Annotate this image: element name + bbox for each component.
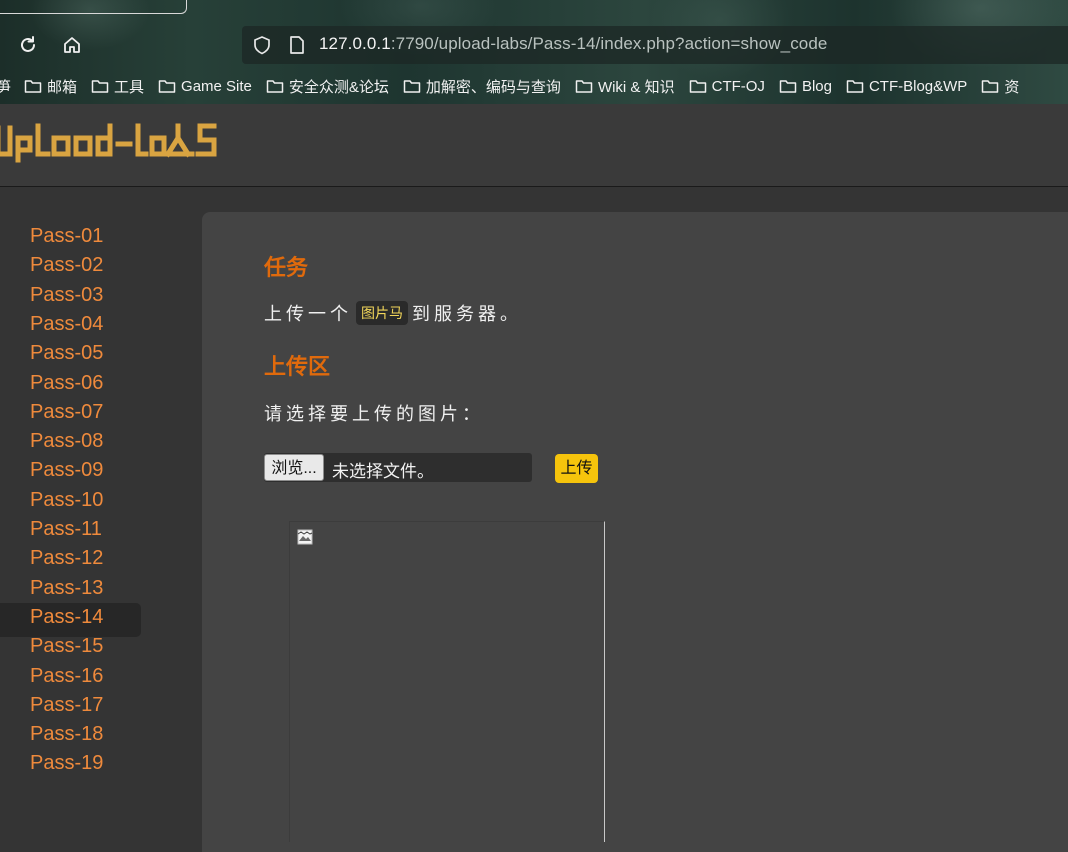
home-icon[interactable]	[59, 32, 85, 58]
broken-image-icon	[297, 529, 313, 545]
folder-icon	[846, 80, 864, 93]
folder-icon	[158, 80, 176, 93]
select-file-label: 请选择要上传的图片：	[264, 404, 484, 424]
page-icon[interactable]	[286, 34, 308, 56]
bookmark-label: CTF-OJ	[711, 77, 765, 95]
browser-tab[interactable]	[0, 0, 187, 14]
bookmark-folder[interactable]: CTF-OJ	[689, 78, 765, 95]
bookmark-label: Wiki & 知识	[597, 78, 675, 96]
folder-icon	[24, 80, 42, 93]
bookmark-label: CTF-Blog&WP	[868, 77, 968, 95]
bookmark-folder[interactable]: 加解密、编码与查询	[403, 76, 561, 97]
folder-icon	[91, 80, 109, 93]
bookmark-folder[interactable]: 安全众测&论坛	[266, 76, 389, 97]
url-text[interactable]: 127.0.0.1:7790/upload-labs/Pass-14/index…	[319, 34, 827, 54]
bookmark-folder[interactable]: Wiki & 知识	[575, 76, 675, 97]
bookmark-folder[interactable]: CTF-Blog&WP	[846, 78, 967, 95]
folder-icon	[779, 80, 797, 93]
bookmark-label: 加解密、编码与查询	[425, 78, 561, 96]
no-file-text: 未选择文件。	[332, 462, 434, 481]
folder-icon	[689, 80, 706, 93]
bookmark-label: 工具	[114, 78, 145, 96]
upload-heading: 上传区	[264, 354, 331, 379]
task-heading: 任务	[264, 255, 309, 280]
upload-button[interactable]: 上传	[555, 454, 598, 483]
site-logo[interactable]	[0, 120, 246, 169]
sidebar-item-pass[interactable]: Pass-19	[0, 749, 141, 783]
folder-icon	[403, 80, 421, 93]
image-preview-frame	[289, 521, 605, 842]
folder-icon	[982, 80, 999, 93]
bookmark-folder[interactable]: Game Site	[158, 78, 252, 95]
task-description: 上传一个 图片马 到服务器。	[264, 300, 522, 326]
task-prefix: 上传一个	[264, 304, 352, 324]
url-path: :7790/upload-labs/Pass-14/index.php?acti…	[390, 34, 828, 53]
bookmarks-bar: 邮箱 工具 Game Site 安全众测&论坛 加解密、编码与查询 Wiki & 知识 CT…	[24, 72, 1033, 100]
bookmark-folder[interactable]: 邮箱	[24, 76, 77, 97]
browse-button[interactable]: 浏览...	[264, 454, 324, 481]
shield-icon[interactable]	[251, 34, 273, 56]
folder-icon	[266, 80, 284, 93]
bookmark-label: Game Site	[181, 77, 252, 95]
task-code-tag: 图片马	[356, 301, 408, 325]
bookmark-label: Blog	[801, 77, 832, 95]
folder-icon	[575, 80, 593, 93]
url-host: 127.0.0.1	[319, 34, 391, 53]
reload-icon[interactable]	[15, 32, 41, 58]
bookmark-label: 资	[1004, 78, 1020, 96]
bookmark-folder[interactable]: 工具	[91, 76, 144, 97]
bookmark-label: 安全众测&论坛	[288, 78, 389, 96]
bookmark-label: 邮箱	[47, 78, 78, 96]
bookmark-truncated-left[interactable]: 笋	[0, 76, 11, 97]
browser-toolbar: 127.0.0.1:7790/upload-labs/Pass-14/index…	[0, 0, 1068, 104]
bookmark-folder[interactable]: Blog	[779, 78, 832, 95]
task-suffix: 到服务器。	[412, 304, 522, 324]
bookmark-folder[interactable]: 资	[981, 76, 1019, 97]
